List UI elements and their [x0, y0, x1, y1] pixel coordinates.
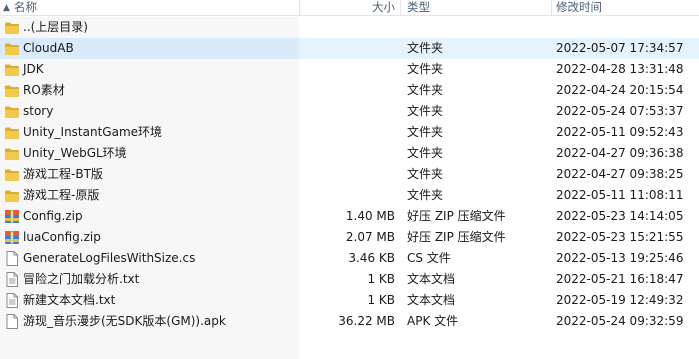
file-modified-date: 2022-05-24 07:53:37 — [556, 104, 684, 118]
file-name: 冒险之门加载分析.txt — [23, 272, 140, 286]
file-modified-date: 2022-05-11 11:08:11 — [556, 188, 684, 202]
file-name: story — [23, 104, 54, 118]
file-name: Unity_WebGL环境 — [23, 146, 127, 160]
file-name: JDK — [23, 62, 44, 76]
column-header-name-label: 名称 — [14, 0, 37, 14]
file-name: 新建文本文档.txt — [23, 293, 116, 307]
file-modified-date: 2022-05-23 15:21:55 — [556, 230, 684, 244]
file-row[interactable]: GenerateLogFilesWithSize.cs 3.46 KB CS 文件 2… — [0, 248, 699, 269]
file-modified-date: 2022-05-13 19:25:46 — [556, 251, 684, 265]
file-name: 游现_音乐漫步(无SDK版本(GM)).apk — [23, 314, 226, 328]
folder-icon — [4, 125, 20, 140]
file-modified-date: 2022-05-21 16:18:47 — [556, 272, 684, 286]
file-row[interactable]: 冒险之门加载分析.txt 1 KB 文本文档 2022-05-21 16:18:47 — [0, 269, 699, 290]
file-name: RO素材 — [23, 83, 65, 97]
parent-directory-row[interactable]: ..(上层目录) — [0, 17, 699, 38]
file-name: luaConfig.zip — [23, 230, 101, 244]
file-name: Config.zip — [23, 209, 83, 223]
file-type: 文件夹 — [407, 104, 444, 118]
zip-archive-icon — [4, 230, 20, 245]
file-type: 文件夹 — [407, 41, 444, 55]
file-type: 好压 ZIP 压缩文件 — [407, 209, 506, 223]
file-row[interactable]: 游戏工程-原版 文件夹 2022-05-11 11:08:11 — [0, 185, 699, 206]
file-name: ..(上层目录) — [23, 20, 88, 34]
file-modified-date: 2022-05-07 17:34:57 — [556, 41, 684, 55]
file-row[interactable]: RO素材 文件夹 2022-04-24 20:15:54 — [0, 80, 699, 101]
folder-icon — [4, 104, 20, 119]
folder-icon — [4, 41, 20, 56]
file-modified-date: 2022-04-28 13:31:48 — [556, 62, 684, 76]
file-name: 游戏工程-原版 — [23, 188, 100, 202]
text-file-icon — [4, 293, 20, 308]
file-row[interactable]: JDK 文件夹 2022-04-28 13:31:48 — [0, 59, 699, 80]
sort-ascending-icon: ▲ — [3, 3, 10, 13]
folder-icon — [4, 62, 20, 77]
file-row[interactable]: Unity_InstantGame环境 文件夹 2022-05-11 09:52:4… — [0, 122, 699, 143]
file-modified-date: 2022-05-19 12:49:32 — [556, 293, 684, 307]
folder-icon — [4, 188, 20, 203]
file-row[interactable]: 新建文本文档.txt 1 KB 文本文档 2022-05-19 12:49:32 — [0, 290, 699, 311]
file-modified-date: 2022-04-27 09:36:38 — [556, 146, 684, 160]
file-type: 文件夹 — [407, 188, 444, 202]
file-modified-date: 2022-04-27 09:38:25 — [556, 167, 684, 181]
file-type: 文件夹 — [407, 146, 444, 160]
file-size: 2.07 MB — [345, 230, 395, 244]
file-size: 1 KB — [367, 293, 395, 307]
file-type: APK 文件 — [407, 314, 459, 328]
file-icon — [4, 314, 20, 329]
file-type: 好压 ZIP 压缩文件 — [407, 230, 506, 244]
column-header-type[interactable]: 类型 — [401, 0, 551, 15]
name-cell-background — [0, 59, 299, 80]
file-size: 3.46 KB — [348, 251, 395, 265]
file-row[interactable]: Config.zip 1.40 MB 好压 ZIP 压缩文件 2022-05-23 1… — [0, 206, 699, 227]
file-size: 36.22 MB — [338, 314, 395, 328]
file-modified-date: 2022-05-23 14:14:05 — [556, 209, 684, 223]
file-size: 1.40 MB — [345, 209, 395, 223]
file-row[interactable]: story 文件夹 2022-05-24 07:53:37 — [0, 101, 699, 122]
file-list-window: ▲ 名称 大小 类型 修改时间 ..(上层目录) CloudAB 文件夹 2022-0… — [0, 0, 699, 359]
file-row[interactable]: luaConfig.zip 2.07 MB 好压 ZIP 压缩文件 2022-05-2… — [0, 227, 699, 248]
file-row[interactable]: CloudAB 文件夹 2022-05-07 17:34:57 — [0, 38, 699, 59]
column-header-name[interactable]: ▲ 名称 — [0, 0, 299, 15]
file-row[interactable]: 游现_音乐漫步(无SDK版本(GM)).apk 36.22 MB APK 文件 202… — [0, 311, 699, 332]
folder-icon — [4, 83, 20, 98]
column-header-bar: ▲ 名称 大小 类型 修改时间 — [0, 0, 699, 16]
file-type: CS 文件 — [407, 251, 451, 265]
folder-icon — [4, 20, 20, 35]
folder-icon — [4, 146, 20, 161]
file-modified-date: 2022-05-11 09:52:43 — [556, 125, 684, 139]
file-name: CloudAB — [23, 41, 74, 55]
text-file-icon — [4, 272, 20, 287]
file-icon — [4, 251, 20, 266]
folder-icon — [4, 167, 20, 182]
file-type: 文件夹 — [407, 83, 444, 97]
file-row[interactable]: 游戏工程-BT版 文件夹 2022-04-27 09:38:25 — [0, 164, 699, 185]
file-modified-date: 2022-05-24 09:32:59 — [556, 314, 684, 328]
zip-archive-icon — [4, 209, 20, 224]
file-modified-date: 2022-04-24 20:15:54 — [556, 83, 684, 97]
file-type: 文件夹 — [407, 125, 444, 139]
file-type: 文本文档 — [407, 293, 456, 307]
file-row[interactable]: Unity_WebGL环境 文件夹 2022-04-27 09:36:38 — [0, 143, 699, 164]
file-type: 文本文档 — [407, 272, 456, 286]
column-header-date-label: 修改时间 — [556, 0, 602, 14]
file-name: Unity_InstantGame环境 — [23, 125, 163, 139]
column-header-date[interactable]: 修改时间 — [552, 0, 699, 15]
column-header-type-label: 类型 — [407, 0, 430, 14]
column-header-size[interactable]: 大小 — [299, 0, 400, 15]
file-type: 文件夹 — [407, 62, 444, 76]
file-name: 游戏工程-BT版 — [23, 167, 103, 181]
file-size: 1 KB — [367, 272, 395, 286]
column-header-size-label: 大小 — [372, 0, 395, 14]
file-name: GenerateLogFilesWithSize.cs — [23, 251, 196, 265]
file-type: 文件夹 — [407, 167, 444, 181]
